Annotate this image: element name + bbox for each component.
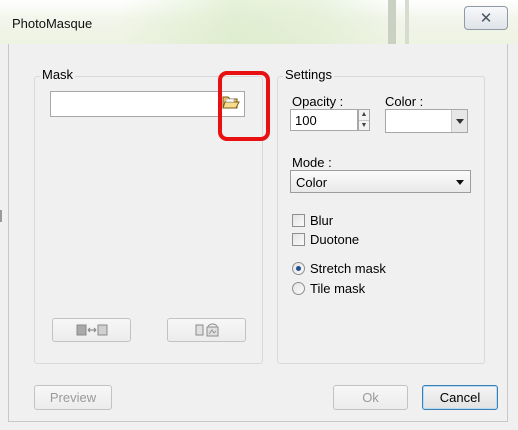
chevron-down-icon[interactable] [451, 110, 467, 132]
mode-label: Mode : [292, 155, 332, 170]
rotate-image-icon [195, 323, 218, 337]
highlight-annotation [218, 71, 270, 141]
swap-image-icon [76, 324, 107, 336]
duotone-label[interactable]: Duotone [310, 232, 359, 247]
flip-mask-button[interactable] [52, 318, 131, 342]
opacity-value: 100 [295, 113, 317, 128]
stretch-mask-radio[interactable] [292, 262, 305, 275]
blur-label[interactable]: Blur [310, 213, 333, 228]
close-icon: ✕ [479, 10, 493, 27]
tile-mask-label[interactable]: Tile mask [310, 281, 365, 296]
mask-group-label: Mask [40, 67, 76, 82]
opacity-label: Opacity : [292, 94, 344, 109]
title-bar-frame-line [388, 0, 396, 44]
spin-down-icon[interactable]: ▼ [359, 121, 369, 131]
title-bar[interactable]: PhotoMasque ✕ [0, 0, 518, 44]
rotate-mask-button[interactable] [167, 318, 246, 342]
mode-value: Color [296, 175, 328, 190]
window-title: PhotoMasque [12, 16, 93, 31]
settings-group-label: Settings [283, 67, 334, 82]
color-picker[interactable] [385, 109, 468, 133]
mask-file-input[interactable] [50, 91, 245, 117]
ok-button[interactable]: Ok [333, 385, 408, 410]
spin-up-icon[interactable]: ▲ [359, 110, 369, 121]
mode-select[interactable]: Color [290, 170, 471, 193]
color-label: Color : [385, 94, 424, 109]
title-bar-frame-line-2 [405, 0, 409, 44]
title-bar-glow [120, 0, 400, 44]
preview-button[interactable]: Preview [34, 385, 112, 410]
opacity-input[interactable]: 100 [290, 109, 358, 131]
tile-mask-radio[interactable] [292, 282, 305, 295]
window-edge-marker [0, 210, 2, 222]
cancel-button[interactable]: Cancel [422, 385, 498, 410]
duotone-checkbox[interactable] [292, 233, 305, 246]
opacity-spinner[interactable]: ▲ ▼ [358, 109, 370, 131]
blur-checkbox[interactable] [292, 214, 305, 227]
photomasque-dialog: PhotoMasque ✕ Mask Settings Opacity: 10… [0, 0, 518, 430]
stretch-mask-label[interactable]: Stretch mask [310, 261, 386, 276]
chevron-down-icon [456, 180, 464, 185]
close-button[interactable]: ✕ [464, 6, 508, 30]
